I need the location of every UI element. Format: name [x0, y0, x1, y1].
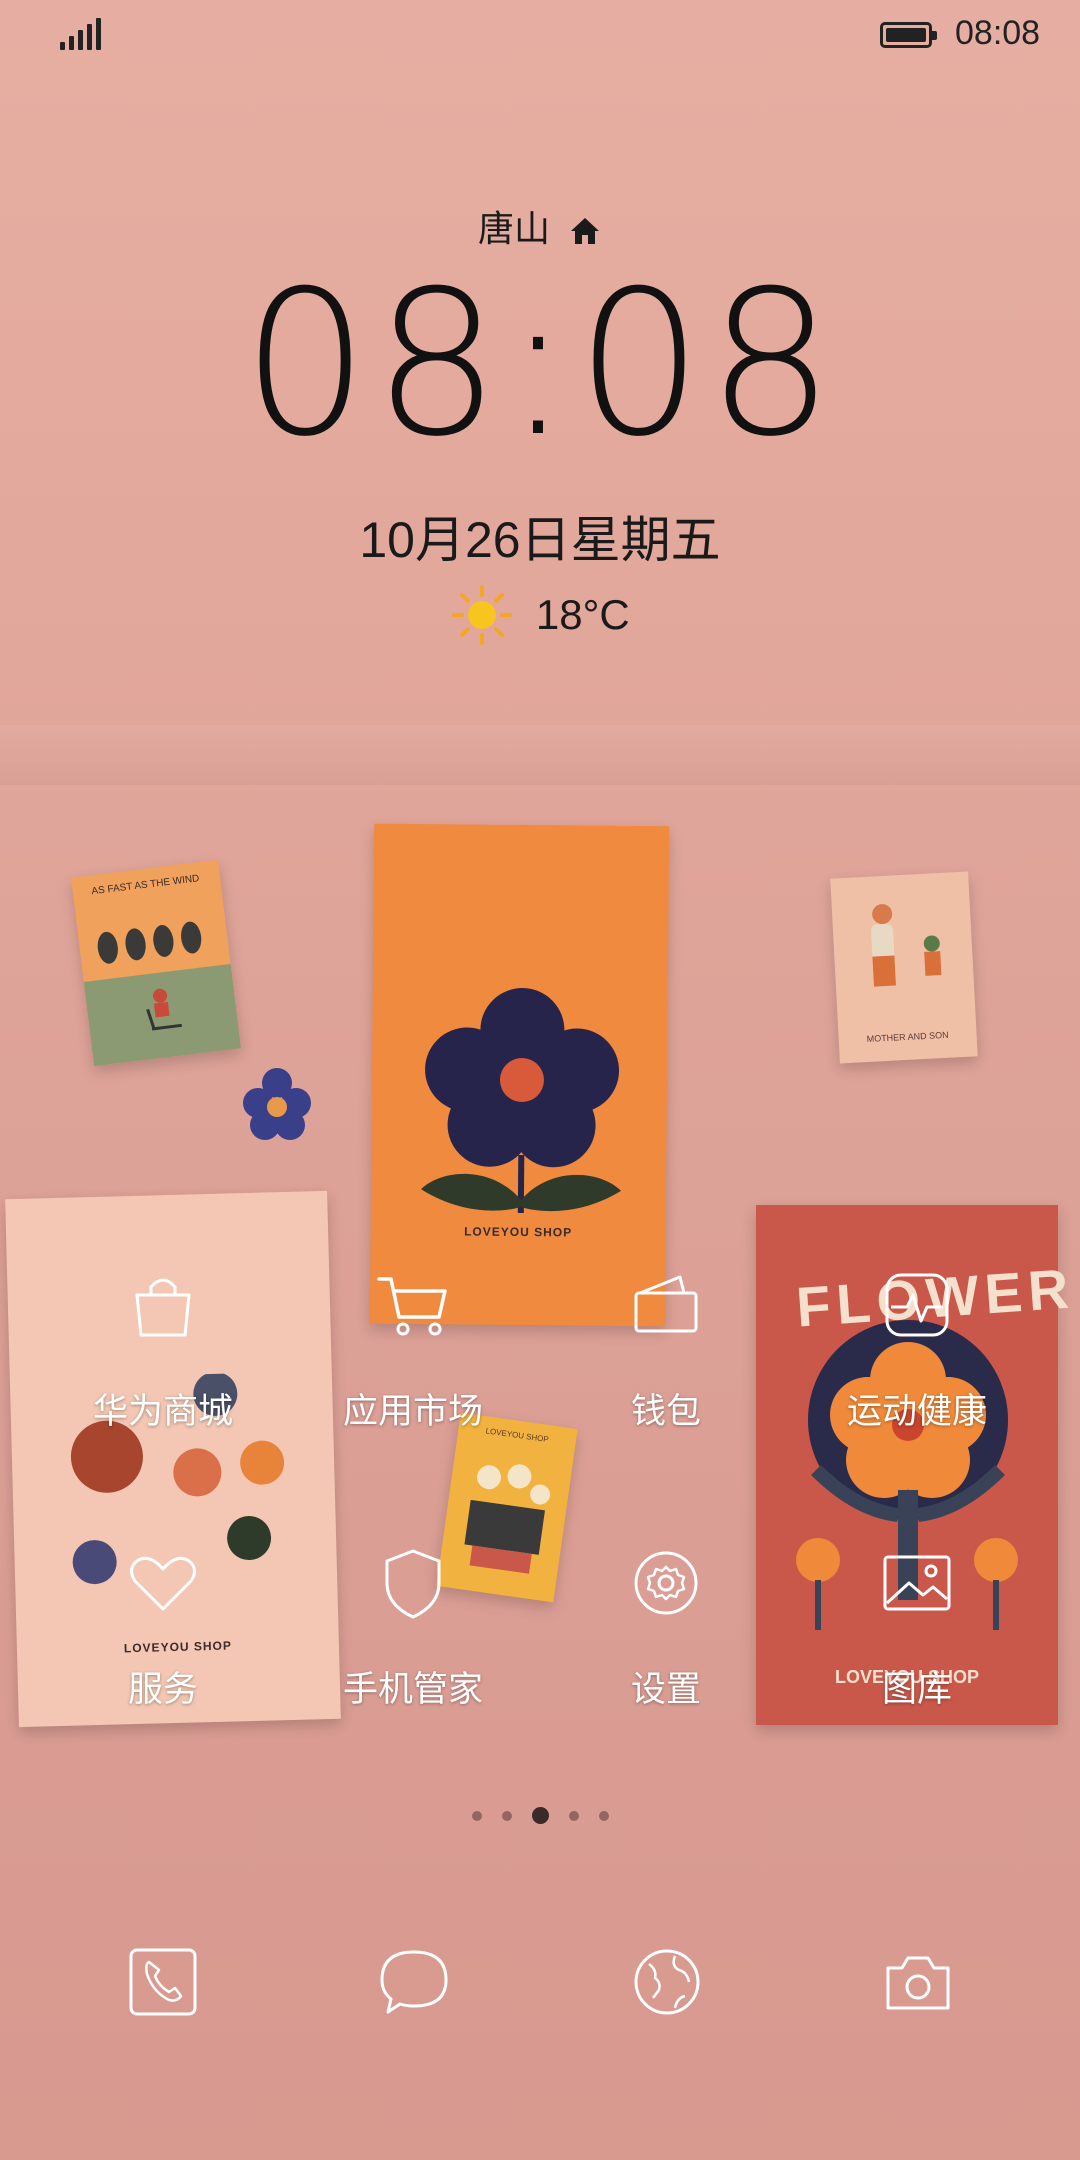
app-gallery[interactable]: 图库: [792, 1543, 1042, 1712]
wallpaper-small-flower: [243, 1068, 311, 1140]
clock-date[interactable]: 10月26日星期五: [0, 500, 1080, 572]
shopping-cart-icon: [377, 1277, 447, 1336]
page-dot[interactable]: [501, 1810, 512, 1821]
app-label: 应用市场: [342, 1392, 483, 1431]
sunny-icon: [452, 585, 513, 645]
browser-globe-icon[interactable]: [627, 1942, 707, 2022]
weather-location[interactable]: 唐山: [0, 200, 1080, 252]
battery-full-icon: [880, 22, 937, 48]
weather-summary[interactable]: 18°C: [0, 583, 1080, 647]
app-phone-manager[interactable]: 手机管家: [288, 1543, 538, 1712]
city-name: 唐山: [477, 208, 550, 249]
wallpaper-mother-son: [871, 904, 942, 987]
page-dot[interactable]: [568, 1810, 579, 1821]
status-bar: 08:08: [0, 0, 1080, 72]
app-wallet[interactable]: 钱包: [541, 1265, 791, 1434]
phone-icon[interactable]: [123, 1942, 203, 2022]
wallpaper-card-mother: MOTHER AND SON: [830, 871, 978, 1064]
app-app-market[interactable]: 应用市场: [288, 1265, 538, 1434]
camera-icon[interactable]: [878, 1942, 958, 2022]
shopping-bag-icon: [135, 1278, 191, 1337]
wallpaper-card-wind-text: AS FAST AS THE WIND: [90, 873, 200, 898]
wallpaper-scooter-kid: [146, 988, 182, 1031]
shield-icon: [385, 1549, 441, 1619]
wallpaper-card-mother-text: MOTHER AND SON: [866, 1029, 949, 1045]
wallpaper-card-orange-text: LOVEYOU SHOP: [464, 1224, 573, 1240]
wallpaper-trees: [97, 921, 202, 964]
wallpaper-card-wind: AS FAST AS THE WIND: [70, 859, 242, 1067]
app-health[interactable]: 运动健康: [792, 1265, 1042, 1434]
message-bubble-icon[interactable]: [374, 1942, 454, 2022]
app-settings[interactable]: 设置: [541, 1543, 791, 1712]
wallpaper-big-flower: [421, 988, 621, 1214]
page-dot-active[interactable]: [531, 1807, 549, 1824]
status-bar-time: 08:08: [955, 14, 1041, 52]
app-label: 运动健康: [846, 1392, 987, 1431]
app-label: 图库: [881, 1670, 952, 1709]
health-heartbeat-icon: [885, 1273, 949, 1337]
signal-strength-icon: [60, 18, 101, 50]
gallery-image-icon: [883, 1555, 951, 1611]
gear-icon: [634, 1551, 698, 1615]
app-label: 华为商城: [92, 1392, 233, 1431]
app-label: 钱包: [630, 1392, 701, 1431]
page-dot[interactable]: [598, 1810, 609, 1821]
clock-time[interactable]: 08:08: [0, 265, 1080, 465]
app-huawei-store[interactable]: 华为商城: [38, 1265, 288, 1434]
wallpaper-card-orange: LOVEYOU SHOP: [369, 823, 670, 1327]
app-label: 设置: [630, 1670, 701, 1709]
app-label: 服务: [127, 1670, 198, 1709]
page-indicator[interactable]: [0, 1807, 1080, 1824]
temperature: 18°C: [535, 591, 630, 638]
app-services[interactable]: 服务: [38, 1543, 288, 1712]
page-dot[interactable]: [471, 1810, 482, 1821]
wallet-icon: [634, 1275, 698, 1333]
heart-icon: [130, 1556, 196, 1611]
home-icon: [571, 218, 600, 245]
app-label: 手机管家: [342, 1670, 483, 1709]
wallpaper-wall-band: [0, 725, 1080, 785]
